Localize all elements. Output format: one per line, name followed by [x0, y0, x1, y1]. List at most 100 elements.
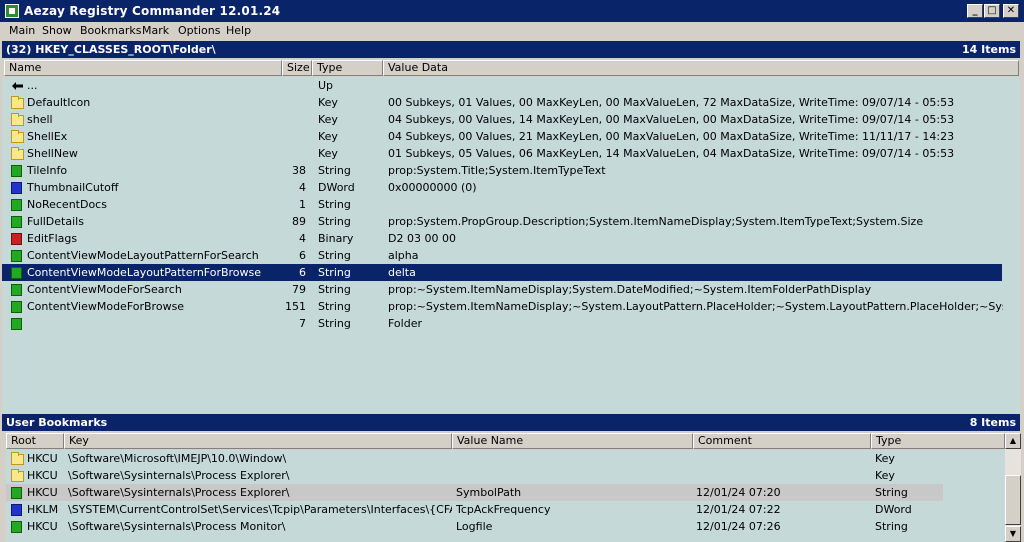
menu-help[interactable]: Help	[226, 24, 251, 37]
string-value-icon	[11, 318, 22, 330]
value-data: 01 Subkeys, 05 Values, 06 MaxKeyLen, 14 …	[388, 147, 955, 160]
value-name: FullDetails	[27, 215, 84, 228]
value-type: String	[318, 300, 351, 313]
folder-icon	[11, 96, 24, 109]
value-size: 151	[285, 300, 306, 313]
registry-row[interactable]: NoRecentDocs 1 String	[2, 196, 1020, 213]
registry-row[interactable]: TileInfo 38 String prop:System.Title;System…	[2, 162, 1020, 179]
scroll-thumb[interactable]	[1005, 475, 1021, 525]
folder-icon	[11, 113, 24, 126]
scroll-down-button[interactable]: ▼	[1005, 526, 1021, 542]
value-size: 89	[292, 215, 306, 228]
registry-row[interactable]: ShellNew Key 01 Subkeys, 05 Values, 06 Max…	[2, 145, 1020, 162]
maximize-button[interactable]: □	[984, 4, 1000, 18]
minimize-button[interactable]: _	[967, 4, 983, 18]
value-type: Binary	[318, 232, 354, 245]
column-root-header[interactable]: Root	[6, 433, 64, 449]
column-value-data-header[interactable]: Value Data	[383, 60, 1019, 76]
registry-path: (32) HKEY_CLASSES_ROOT\Folder\	[6, 43, 216, 56]
value-data: 04 Subkeys, 00 Values, 21 MaxKeyLen, 00 …	[388, 130, 955, 143]
registry-row[interactable]: ... Up	[2, 77, 1020, 94]
registry-row[interactable]: ShellEx Key 04 Subkeys, 00 Values, 21 MaxK…	[2, 128, 1020, 145]
bookmark-root: HKCU	[27, 486, 58, 499]
value-data: 0x00000000 (0)	[388, 181, 477, 194]
menu-bar: Main Show Bookmarks Mark Options Help	[0, 22, 1024, 40]
value-name: ShellNew	[27, 147, 78, 160]
up-icon	[11, 80, 25, 92]
value-type: String	[318, 164, 351, 177]
window-title: Aezay Registry Commander 12.01.24	[24, 4, 281, 18]
string-value-icon	[11, 199, 22, 211]
bookmark-row[interactable]: HKCU \Software\Sysinternals\Process Explo…	[6, 467, 1005, 484]
registry-row[interactable]: DefaultIcon Key 00 Subkeys, 01 Values, 00 …	[2, 94, 1020, 111]
title-bar: Aezay Registry Commander 12.01.24 _ □ ✕	[0, 0, 1024, 22]
bookmark-key: \Software\Microsoft\IMEJP\10.0\Window\	[68, 452, 287, 465]
string-value-icon	[11, 284, 22, 296]
registry-row[interactable]: FullDetails 89 String prop:System.PropGroup…	[2, 213, 1020, 230]
registry-row[interactable]: shell Key 04 Subkeys, 00 Values, 14 MaxKey…	[2, 111, 1020, 128]
value-name: ContentViewModeForSearch	[27, 283, 182, 296]
bookmark-root: HKCU	[27, 469, 58, 482]
column-comment-header[interactable]: Comment	[693, 433, 871, 449]
string-value-icon	[11, 250, 22, 262]
bookmarks-scrollbar[interactable]: ▲ ▼	[1005, 433, 1021, 542]
string-value-icon	[11, 521, 22, 533]
value-data: prop:~System.ItemNameDisplay;~System.Lay…	[388, 300, 1003, 313]
column-name-header[interactable]: Name	[4, 60, 282, 76]
string-value-icon	[11, 267, 22, 279]
value-size: 4	[299, 232, 306, 245]
registry-row[interactable]: ContentViewModeForBrowse 151 String prop:~S…	[2, 298, 1020, 315]
app-icon[interactable]	[5, 4, 19, 18]
value-name: ThumbnailCutoff	[27, 181, 119, 194]
value-size: 6	[299, 266, 306, 279]
registry-value-list[interactable]: ... Up DefaultIcon Key 00 Subkeys, 01 Values…	[2, 77, 1020, 414]
menu-mark[interactable]: Mark	[142, 24, 169, 37]
column-type-header[interactable]: Type	[312, 60, 383, 76]
column-type-header[interactable]: Type	[871, 433, 1005, 449]
string-value-icon	[11, 301, 22, 313]
folder-icon	[11, 147, 24, 160]
registry-row[interactable]: 7 String Folder	[2, 315, 1020, 332]
value-data: prop:System.Title;System.ItemTypeText	[388, 164, 606, 177]
bookmark-row[interactable]: HKCU \Software\Sysinternals\Process Explo…	[6, 484, 943, 501]
bookmark-comment: 12/01/24 07:20	[696, 486, 781, 499]
column-size-header[interactable]: Size	[282, 60, 312, 76]
bookmark-comment: 12/01/24 07:26	[696, 520, 781, 533]
value-name: ShellEx	[27, 130, 68, 143]
menu-main[interactable]: Main	[9, 24, 35, 37]
registry-row[interactable]: ThumbnailCutoff 4 DWord 0x00000000 (0)	[2, 179, 1020, 196]
bookmark-key: \SYSTEM\CurrentControlSet\Services\Tcpip…	[68, 503, 452, 516]
scroll-up-button[interactable]: ▲	[1005, 433, 1021, 449]
bookmarks-list[interactable]: HKCU \Software\Microsoft\IMEJP\10.0\Windo…	[6, 450, 1005, 542]
value-data: 00 Subkeys, 01 Values, 00 MaxKeyLen, 00 …	[388, 96, 955, 109]
close-button[interactable]: ✕	[1003, 4, 1019, 18]
menu-show[interactable]: Show	[42, 24, 72, 37]
bookmarks-title: User Bookmarks	[6, 416, 108, 429]
registry-row[interactable]: ContentViewModeForSearch 79 String prop:~Sy…	[2, 281, 1020, 298]
bookmark-row[interactable]: HKCU \Software\Microsoft\IMEJP\10.0\Windo…	[6, 450, 1005, 467]
value-size: 7	[299, 317, 306, 330]
registry-row[interactable]: ContentViewModeLayoutPatternForSearch 6 St…	[2, 247, 1020, 264]
bookmark-type: Key	[875, 452, 895, 465]
bookmark-row[interactable]: HKLM \SYSTEM\CurrentControlSet\Services\T…	[6, 501, 1005, 518]
menu-options[interactable]: Options	[178, 24, 220, 37]
column-key-header[interactable]: Key	[64, 433, 452, 449]
value-size: 38	[292, 164, 306, 177]
bookmark-root: HKCU	[27, 452, 58, 465]
bookmark-type: String	[875, 486, 908, 499]
bookmark-key: \Software\Sysinternals\Process Explorer\	[68, 486, 290, 499]
value-size: 79	[292, 283, 306, 296]
column-value-name-header[interactable]: Value Name	[452, 433, 693, 449]
registry-row[interactable]: EditFlags 4 Binary D2 03 00 00	[2, 230, 1020, 247]
bookmark-value-name: TcpAckFrequency	[456, 503, 551, 516]
bookmark-row[interactable]: HKCU \Software\Sysinternals\Process Monit…	[6, 518, 1005, 535]
string-value-icon	[11, 165, 22, 177]
bookmark-value-name: Logfile	[456, 520, 493, 533]
registry-item-count: 14 Items	[962, 43, 1016, 56]
value-name: ContentViewModeLayoutPatternForSearch	[27, 249, 259, 262]
value-size: 4	[299, 181, 306, 194]
value-type: String	[318, 317, 351, 330]
menu-bookmarks[interactable]: Bookmarks	[80, 24, 141, 37]
registry-row[interactable]: ContentViewModeLayoutPatternForBrowse 6 St…	[2, 264, 1002, 281]
value-type: Key	[318, 96, 338, 109]
